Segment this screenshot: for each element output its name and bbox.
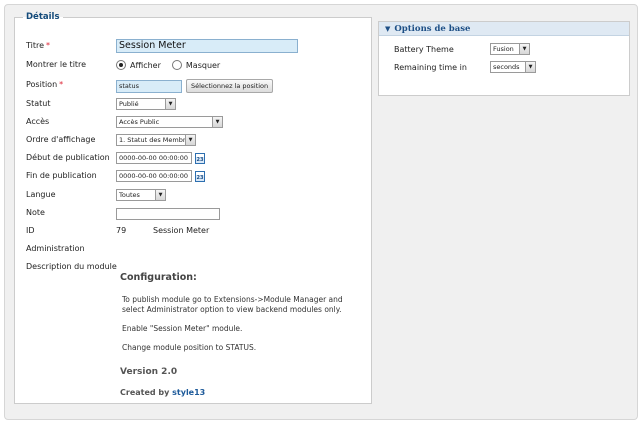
required-mark: * bbox=[59, 79, 64, 89]
config-heading: Configuration: bbox=[120, 272, 197, 283]
required-mark: * bbox=[46, 40, 51, 50]
module-description: Configuration: To publish module go to E… bbox=[120, 272, 360, 397]
note-input[interactable] bbox=[116, 208, 220, 220]
id-value: 79 bbox=[116, 225, 127, 235]
remaining-time-label: Remaining time in bbox=[394, 62, 467, 72]
chevron-down-icon: ▼ bbox=[212, 117, 222, 127]
description-label: Description du module bbox=[26, 261, 117, 271]
config-paragraph: Enable "Session Meter" module. bbox=[122, 324, 243, 333]
module-name: Session Meter bbox=[153, 225, 210, 235]
administration-row: Administration bbox=[26, 241, 116, 255]
note-row: Note bbox=[26, 205, 116, 219]
chevron-down-icon: ▼ bbox=[185, 135, 195, 145]
publish-up-row: Début de publication bbox=[26, 150, 116, 164]
publish-down-label: Fin de publication bbox=[26, 170, 97, 180]
language-select[interactable]: Toutes ▼ bbox=[116, 189, 166, 201]
chevron-down-icon: ▼ bbox=[155, 190, 165, 200]
ordering-value: 1. Statut des Membres bbox=[119, 136, 193, 144]
status-row: Statut bbox=[26, 96, 116, 110]
publish-down-row: Fin de publication bbox=[26, 168, 116, 182]
chevron-down-icon: ▼ bbox=[525, 62, 535, 72]
access-label: Accès bbox=[26, 116, 50, 126]
basic-options-title: Options de base bbox=[394, 23, 471, 34]
details-fieldset: Détails Titre * Session Meter Montrer le … bbox=[14, 12, 372, 404]
ordering-row: Ordre d'affichage bbox=[26, 132, 116, 146]
ordering-label: Ordre d'affichage bbox=[26, 134, 96, 144]
position-label: Position * bbox=[26, 79, 64, 89]
version-text: Version 2.0 bbox=[120, 367, 178, 377]
basic-options-header[interactable]: ▼ Options de base bbox=[379, 22, 629, 36]
description-row: Description du module bbox=[26, 259, 126, 273]
calendar-icon[interactable]: 23 bbox=[195, 152, 205, 164]
show-title-option-show: Afficher bbox=[130, 60, 161, 70]
status-label: Statut bbox=[26, 98, 51, 108]
collapse-caret-icon: ▼ bbox=[385, 24, 391, 33]
publish-up-label: Début de publication bbox=[26, 152, 110, 162]
show-title-option-hide: Masquer bbox=[185, 60, 221, 70]
publish-up-input[interactable]: 0000-00-00 00:00:00 bbox=[116, 152, 192, 164]
calendar-icon[interactable]: 23 bbox=[195, 170, 205, 182]
administration-label: Administration bbox=[26, 243, 85, 253]
show-title-row: Montrer le titre bbox=[26, 57, 116, 71]
created-by: Created by style13 bbox=[120, 388, 360, 397]
chevron-down-icon: ▼ bbox=[519, 44, 529, 54]
ordering-select[interactable]: 1. Statut des Membres ▼ bbox=[116, 134, 196, 146]
access-select[interactable]: Accès Public ▼ bbox=[116, 116, 223, 128]
status-value: Publié bbox=[119, 100, 139, 108]
publish-down-input[interactable]: 0000-00-00 00:00:00 bbox=[116, 170, 192, 182]
access-value: Accès Public bbox=[119, 118, 160, 126]
battery-theme-row: Battery Theme Fusion ▼ bbox=[394, 43, 530, 55]
select-position-button[interactable]: Sélectionnez la position bbox=[186, 79, 274, 93]
show-title-radio-hide[interactable] bbox=[171, 60, 182, 70]
remaining-time-row: Remaining time in seconds ▼ bbox=[394, 61, 536, 73]
battery-theme-select[interactable]: Fusion ▼ bbox=[490, 43, 530, 55]
basic-options-panel: ▼ Options de base Battery Theme Fusion ▼… bbox=[378, 21, 630, 96]
details-legend: Détails bbox=[26, 12, 60, 22]
author-link[interactable]: style13 bbox=[172, 388, 205, 397]
battery-theme-label: Battery Theme bbox=[394, 44, 454, 54]
id-label: ID bbox=[26, 225, 35, 235]
battery-theme-value: Fusion bbox=[493, 45, 514, 53]
language-row: Langue bbox=[26, 187, 116, 201]
position-row: Position * bbox=[26, 77, 116, 91]
title-label: Titre * bbox=[26, 40, 51, 50]
show-title-radio-show[interactable] bbox=[116, 60, 126, 70]
language-label: Langue bbox=[26, 189, 56, 199]
chevron-down-icon: ▼ bbox=[165, 99, 175, 109]
created-by-prefix: Created by bbox=[120, 388, 170, 397]
access-row: Accès bbox=[26, 114, 116, 128]
language-value: Toutes bbox=[119, 191, 140, 199]
id-row: ID bbox=[26, 223, 116, 237]
position-input[interactable]: status bbox=[116, 79, 182, 93]
remaining-time-select[interactable]: seconds ▼ bbox=[490, 61, 536, 73]
config-paragraph: Change module position to STATUS. bbox=[122, 343, 257, 352]
remaining-time-value: seconds bbox=[493, 63, 520, 71]
status-select[interactable]: Publié ▼ bbox=[116, 98, 176, 110]
title-input[interactable]: Session Meter bbox=[116, 39, 298, 53]
title-row: Titre * bbox=[26, 38, 116, 52]
config-paragraph: To publish module go to Extensions->Modu… bbox=[122, 295, 343, 314]
show-title-label: Montrer le titre bbox=[26, 59, 87, 69]
note-label: Note bbox=[26, 207, 45, 217]
